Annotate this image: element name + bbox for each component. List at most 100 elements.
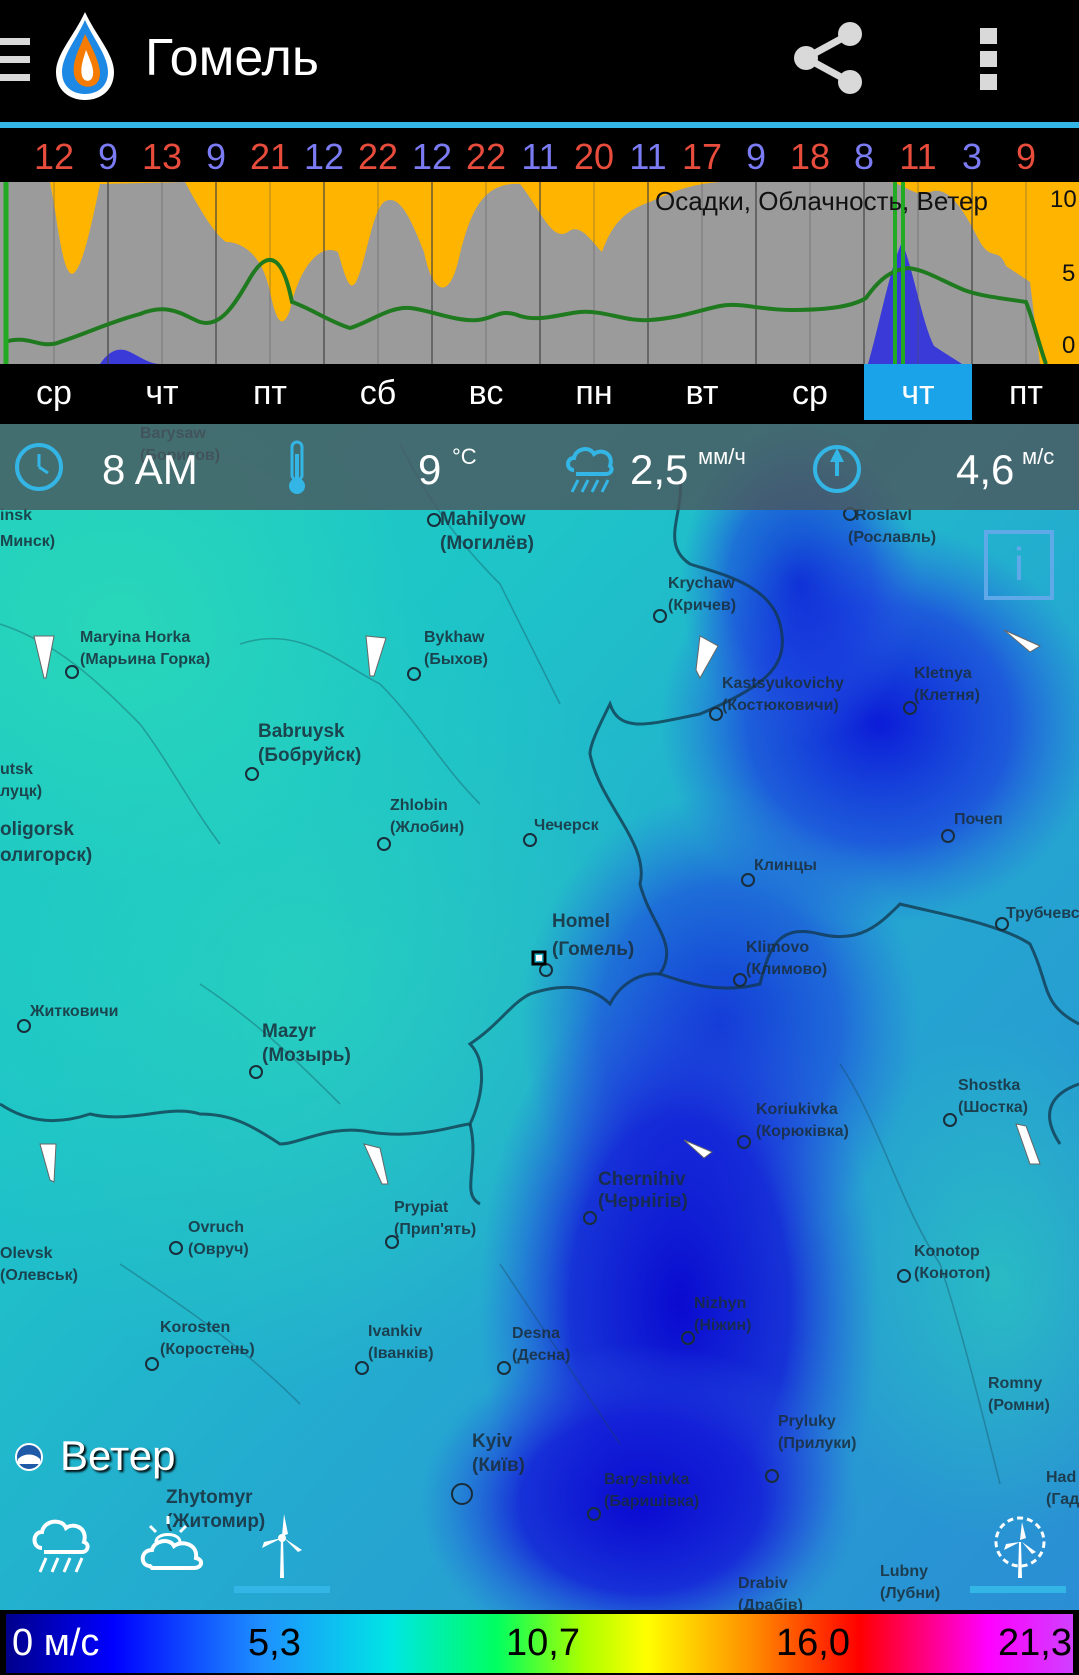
day-tab-3[interactable]: сб [324, 364, 432, 420]
map-place-label: Desna [512, 1325, 561, 1342]
map-place-label: (Лубни) [880, 1585, 941, 1602]
daily-high-temp: 22 [357, 136, 399, 177]
daily-high-temp: 17 [681, 136, 723, 177]
map-place-label: Babruysk [258, 721, 345, 742]
daily-low-temp: 8 [853, 136, 875, 177]
daily-low-temp: 11 [521, 136, 559, 177]
map-place-label: (Рославль) [848, 529, 937, 546]
map-place-label: (Могилёв) [440, 533, 534, 554]
day-tab-4[interactable]: вс [432, 364, 540, 420]
map-place-label: Kletnya [914, 665, 972, 682]
rain-cloud-icon [566, 447, 614, 493]
precipitation-unit: мм/ч [698, 444, 746, 469]
daily-low-temp: 11 [629, 136, 667, 177]
map-place-label: (Клетня) [914, 687, 980, 704]
map-place-label: Клинцы [754, 857, 817, 874]
daily-high-temp: 18 [789, 136, 831, 177]
map-place-label: Prypiat [394, 1199, 449, 1216]
map-place-label: (Прилуки) [778, 1435, 857, 1452]
daily-high-temp: 20 [573, 136, 615, 177]
app-logo-drop-icon [56, 12, 114, 100]
legend-tick-4: 21,3 [998, 1622, 1072, 1664]
daily-low-temp: 9 [745, 136, 767, 177]
app-bar: Гомель [0, 0, 1079, 122]
map-place-label: (Чернігів) [598, 1191, 688, 1212]
map-place-label: Kyiv [472, 1431, 513, 1452]
layer-name: Ветер [60, 1432, 176, 1479]
legend-tick-1: 5,3 [248, 1622, 301, 1664]
map-place-label: (Овруч) [188, 1241, 249, 1258]
map-place-label: (Іванків) [368, 1345, 434, 1362]
day-tab-1[interactable]: чт [108, 364, 216, 420]
map-place-label: (Олевськ) [0, 1267, 78, 1284]
map-place-label: Olevsk [0, 1245, 53, 1262]
day-tab-7[interactable]: ср [756, 364, 864, 420]
daily-high-temp: 9 [1015, 136, 1037, 177]
cloudiness-layer-icon[interactable] [138, 1512, 208, 1576]
map-place-label: (Бобруйск) [258, 745, 362, 766]
map-place-label: Nizhyn [694, 1295, 747, 1312]
daily-low-temp: 9 [205, 136, 227, 177]
daily-low-temp: 12 [411, 136, 453, 177]
map-place-label: (Конотоп) [914, 1265, 991, 1282]
daily-low-temp: 9 [97, 136, 119, 177]
layer-settings-icon[interactable] [988, 1512, 1050, 1582]
map-place-label: (Климово) [746, 961, 828, 978]
menu-drawer-icon[interactable] [0, 38, 30, 82]
map-place-label: (Десна) [512, 1347, 571, 1364]
map-place-label: Lubny [880, 1563, 928, 1580]
map-place-label: (Шостка) [958, 1099, 1028, 1116]
map-place-label: Трубчевск [1006, 905, 1079, 922]
graph-scale-mid: 5 [1062, 260, 1076, 287]
map-place-label: Zhlobin [390, 797, 448, 814]
map-place-label: Maryina Horka [80, 629, 191, 646]
map-place-label: Korosten [160, 1319, 231, 1336]
graph-scale-top: 10 [1050, 186, 1077, 213]
day-tab-6[interactable]: вт [648, 364, 756, 420]
wind-layer-icon[interactable] [254, 1512, 310, 1582]
map-place-label: (Марьина Горка) [80, 651, 211, 668]
map-place-label: олигорск) [0, 845, 93, 866]
map-place-label: Минск) [0, 533, 56, 550]
info-button[interactable]: i [984, 530, 1054, 600]
map-place-label: Житковичи [30, 1003, 119, 1020]
legend-tick-0: 0 м/с [12, 1622, 100, 1664]
daily-high-temp: 11 [899, 136, 937, 177]
overflow-menu-icon[interactable] [980, 28, 1010, 92]
map-place-label: (Костюковичи) [722, 697, 839, 714]
map-place-label: Romny [988, 1375, 1043, 1392]
map-place-label: Konotop [914, 1243, 980, 1260]
location-title[interactable]: Гомель [145, 28, 319, 88]
map-place-label: (Гомель) [552, 939, 635, 960]
clock-icon [15, 443, 63, 491]
day-tab-9[interactable]: пт [972, 364, 1079, 420]
share-icon[interactable] [790, 20, 866, 96]
map-place-label: Koriukivka [756, 1101, 838, 1118]
map-place-label: Shostka [958, 1077, 1021, 1094]
map-place-label: (Корюківка) [756, 1123, 849, 1140]
map-place-label: Baryshivka [604, 1471, 690, 1488]
graph-legend-label: Осадки, Облачность, Ветер [655, 186, 988, 216]
map-place-label: (Ніжин) [694, 1317, 752, 1334]
map-place-label: Mahilyow [440, 509, 526, 530]
map-place-label: (Мозырь) [262, 1045, 351, 1066]
day-tab-0[interactable]: ср [0, 364, 108, 420]
day-tab-8[interactable]: чт [864, 364, 972, 420]
map-place-label: Kastsyukovichy [722, 675, 844, 692]
daily-high-temp: 22 [465, 136, 507, 177]
map-place-label: utsk [0, 761, 33, 778]
map-place-label: луцк) [0, 783, 43, 800]
day-tab-5[interactable]: пн [540, 364, 648, 420]
precipitation-layer-icon[interactable] [28, 1512, 96, 1576]
map-place-label: Zhytomyr [166, 1487, 253, 1508]
map-place-label: Krychaw [668, 575, 735, 592]
legend-tick-3: 16,0 [776, 1622, 850, 1664]
map-place-label: Ivankiv [368, 1323, 423, 1340]
daily-high-temp: 21 [249, 136, 291, 177]
daily-low-temp: 12 [303, 136, 345, 177]
day-tab-2[interactable]: пт [216, 364, 324, 420]
map-place-label: Почеп [954, 811, 1003, 828]
map-place-label: Homel [552, 911, 611, 932]
map-place-label: (Быхов) [424, 651, 488, 668]
daily-temperature-row: 12 9 13 9 21 12 22 12 22 11 20 11 17 9 18 8 11 3 9 [0, 130, 1079, 182]
